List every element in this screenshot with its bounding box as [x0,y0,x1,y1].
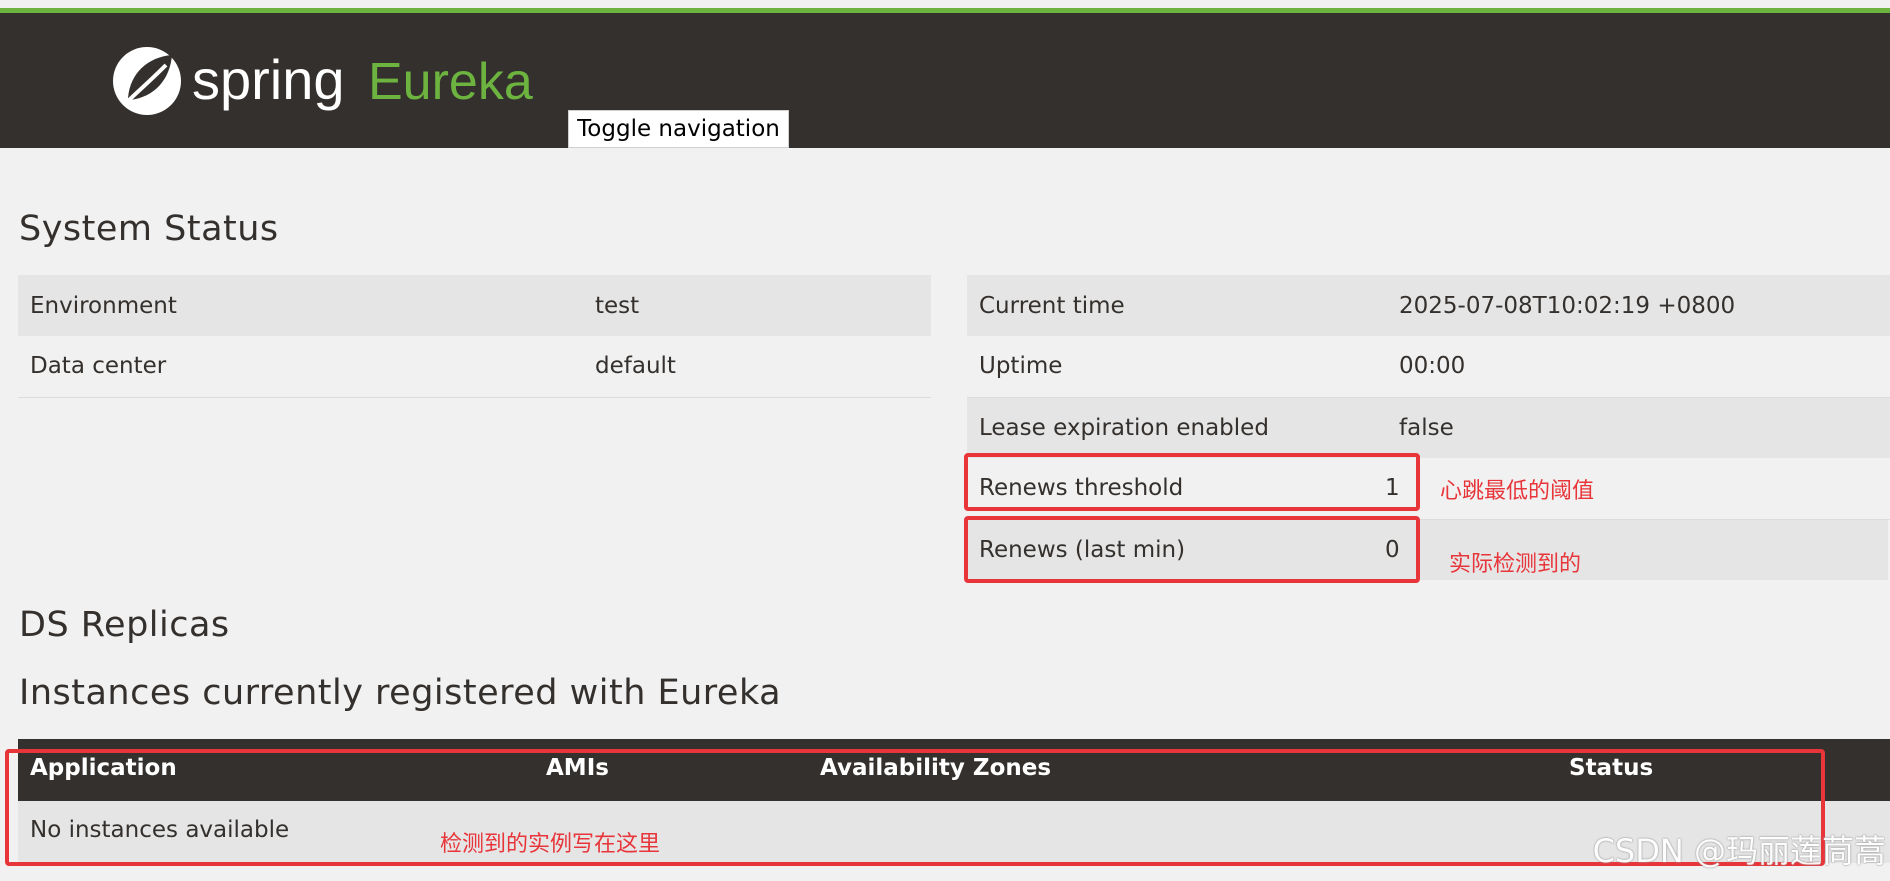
row-value: 2025-07-08T10:02:19 +0800 [1399,292,1736,319]
instances-annotation: 检测到的实例写在这里 [440,832,661,857]
instances-title: Instances currently registered with Eure… [19,673,782,713]
logo-eureka-text: Eureka [368,53,533,111]
table-row: Environment test [18,275,931,336]
csdn-watermark: CSDN @玛丽莲茼蒿 [1592,832,1886,870]
system-status-title: System Status [19,209,279,249]
table-row: Uptime 00:00 [967,336,1890,397]
ds-replicas-title: DS Replicas [19,605,230,645]
spring-eureka-logo[interactable]: spring Eureka [110,43,560,123]
row-value: default [595,353,676,380]
instances-annotation-box [5,749,1825,866]
row-value: 00:00 [1399,353,1466,380]
top-accent-line [0,0,1890,13]
toggle-navigation-button[interactable]: Toggle navigation [568,110,789,148]
renews-threshold-annotation: 心跳最低的阈值 [1440,479,1595,504]
table-row: Current time 2025-07-08T10:02:19 +0800 [967,275,1890,336]
logo-spring-text: spring [192,48,345,111]
system-status-left-table: Environment test Data center default [18,275,931,398]
row-label: Lease expiration enabled [979,414,1269,441]
row-label: Environment [30,292,177,319]
renews-last-min-annotation: 实际检测到的 [1449,552,1582,577]
navbar: spring Eureka Toggle navigation [0,13,1890,148]
table-row: Data center default [18,336,931,397]
row-label: Current time [979,292,1125,319]
table-row: Lease expiration enabled false [967,397,1890,458]
row-value: test [595,292,640,319]
renews-threshold-annotation-box [964,453,1420,511]
renews-last-min-annotation-box [964,516,1420,583]
row-value: false [1399,414,1454,441]
row-label: Uptime [979,353,1063,380]
spring-leaf-icon: spring Eureka [113,47,533,115]
row-label: Data center [30,353,167,380]
